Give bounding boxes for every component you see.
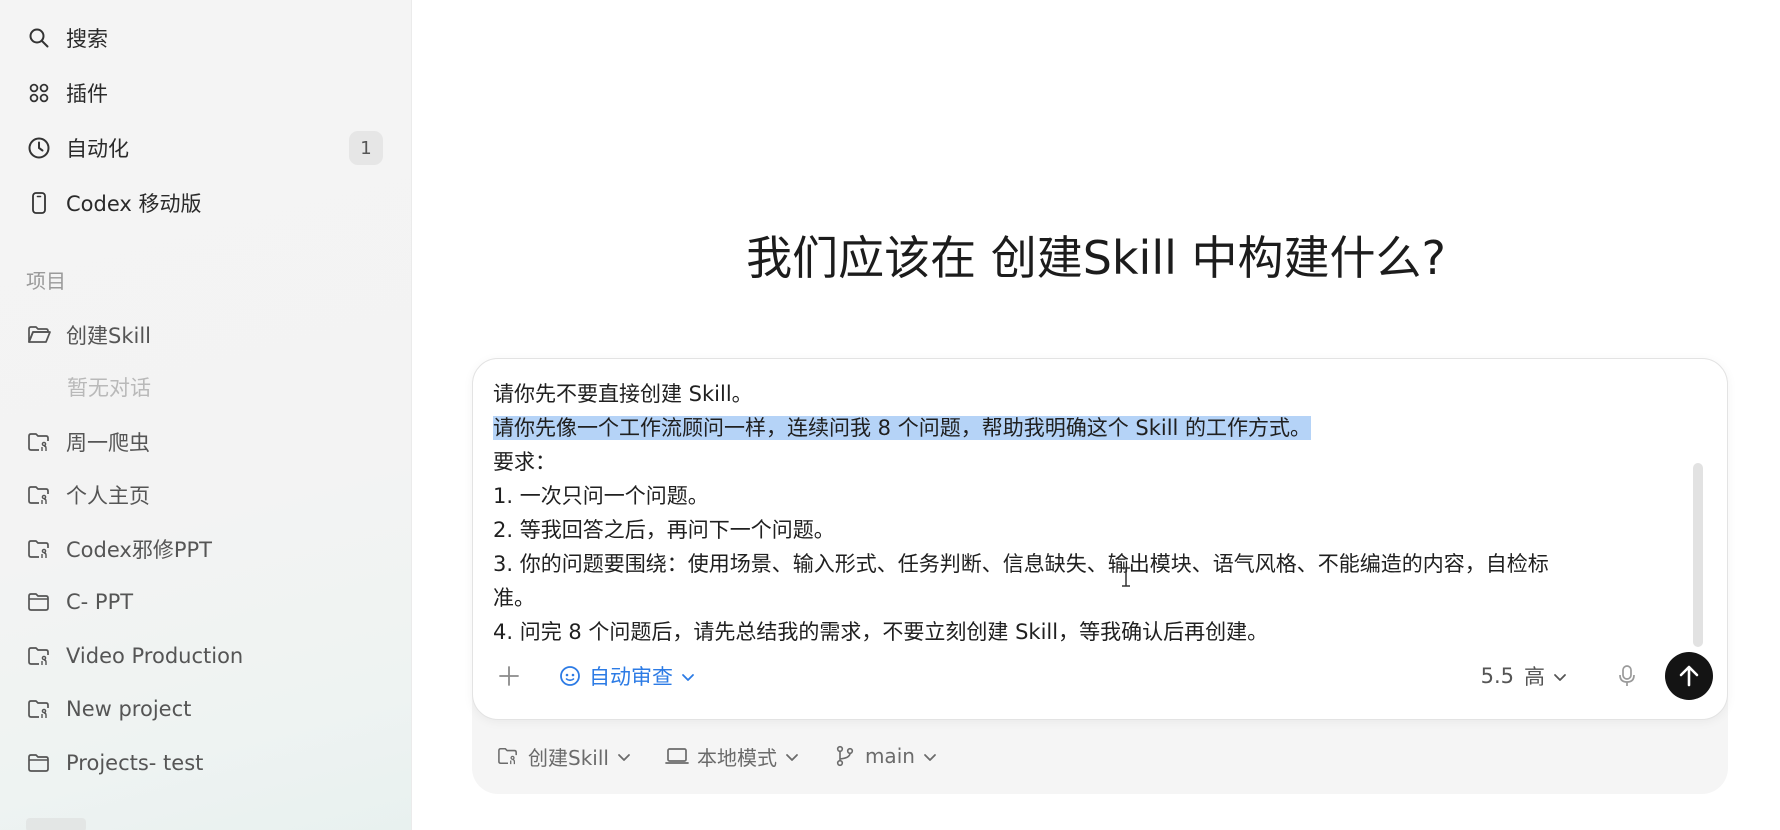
nav-automation[interactable]: 自动化 1 xyxy=(26,128,383,168)
folder-branch-icon xyxy=(26,482,52,508)
mode-selector[interactable]: 本地模式 xyxy=(665,742,799,771)
nav-codex-mobile[interactable]: Codex 移动版 xyxy=(26,183,383,223)
search-icon xyxy=(26,25,52,51)
folder-branch-icon xyxy=(496,744,520,768)
nav-automation-label: 自动化 xyxy=(66,137,129,161)
text-cursor-icon xyxy=(1120,566,1132,594)
prompt-line: 请你先不要直接创建 Skill。 xyxy=(493,382,753,406)
composer-toolbar: 自动审查 5.5 高 xyxy=(493,651,1713,701)
nav-plugins-label: 插件 xyxy=(66,82,108,106)
project-item-c-ppt[interactable]: C- PPT xyxy=(26,582,383,622)
branch-selector-label: main xyxy=(864,744,915,768)
mobile-icon xyxy=(26,190,52,216)
project-item-homepage[interactable]: 个人主页 xyxy=(26,475,383,515)
no-conversations-note: 暂无对话 xyxy=(67,376,151,400)
branch-selector[interactable]: main xyxy=(833,744,937,768)
auto-review-label: 自动审查 xyxy=(589,665,673,689)
nav-search[interactable]: 搜索 xyxy=(26,18,383,58)
prompt-composer[interactable]: 请你先不要直接创建 Skill。 请你先像一个工作流顾问一样，连续问我 8 个问… xyxy=(472,358,1728,720)
project-label: 个人主页 xyxy=(66,484,150,508)
send-button[interactable] xyxy=(1665,652,1713,700)
nav-codex-mobile-label: Codex 移动版 xyxy=(66,192,202,216)
model-version: 5.5 xyxy=(1480,664,1514,688)
prompt-line: 要求： xyxy=(493,450,556,474)
chevron-down-icon xyxy=(785,744,799,768)
plus-icon xyxy=(499,666,519,686)
plugins-icon xyxy=(26,80,52,106)
auto-review-dropdown[interactable]: 自动审查 xyxy=(557,661,695,691)
model-selector[interactable]: 5.5 高 xyxy=(1481,661,1567,691)
chevron-down-icon xyxy=(681,664,695,688)
review-bot-icon xyxy=(557,663,583,689)
chevron-down-icon xyxy=(923,744,937,768)
project-label: Video Production xyxy=(66,644,244,668)
project-label: New project xyxy=(66,697,192,721)
project-item-create-skill[interactable]: 创建Skill xyxy=(26,315,383,355)
prompt-line: 2. 等我回答之后，再问下一个问题。 xyxy=(493,518,835,542)
composer-footer: 创建Skill 本地模式 main xyxy=(496,738,971,774)
voice-input-button[interactable] xyxy=(1613,662,1641,690)
chevron-down-icon xyxy=(1553,664,1567,688)
project-selector[interactable]: 创建Skill xyxy=(496,742,631,771)
nav-search-label: 搜索 xyxy=(66,27,108,51)
folder-icon xyxy=(26,750,52,776)
add-attachment-button[interactable] xyxy=(493,660,525,692)
sidebar-overflow-item xyxy=(26,818,86,830)
prompt-scrollbar[interactable] xyxy=(1693,463,1703,647)
mode-selector-label: 本地模式 xyxy=(696,745,777,770)
folder-branch-icon xyxy=(26,643,52,669)
folder-open-icon xyxy=(26,322,52,348)
prompt-line: 1. 一次只问一个问题。 xyxy=(493,484,709,508)
folder-icon xyxy=(26,589,52,615)
nav-plugins[interactable]: 插件 xyxy=(26,73,383,113)
projects-section-label: 项目 xyxy=(26,269,66,293)
project-label: 创建Skill xyxy=(66,324,151,348)
laptop-icon xyxy=(665,744,689,768)
project-label: Projects- test xyxy=(66,751,204,775)
page-title: 我们应该在 创建Skill 中构建什么? xyxy=(746,231,1446,285)
project-item-new-project[interactable]: New project xyxy=(26,689,383,729)
project-label: Codex邪修PPT xyxy=(66,538,212,562)
clock-icon xyxy=(26,135,52,161)
microphone-icon xyxy=(1619,665,1635,686)
sidebar: 搜索 插件 自动化 1 Codex 移动版 项目 创建Skill 暂无对话 周一… xyxy=(0,0,412,830)
chevron-down-icon xyxy=(617,744,631,768)
prompt-line-selected: 请你先像一个工作流顾问一样，连续问我 8 个问题，帮助我明确这个 Skill 的… xyxy=(493,416,1312,440)
project-item-monday-crawler[interactable]: 周一爬虫 xyxy=(26,422,383,462)
project-item-video-production[interactable]: Video Production xyxy=(26,636,383,676)
prompt-line: 4. 问完 8 个问题后，请先总结我的需求，不要立刻创建 Skill，等我确认后… xyxy=(493,620,1269,644)
main-area: 我们应该在 创建Skill 中构建什么? 请你先不要直接创建 Skill。 请你… xyxy=(412,0,1780,830)
prompt-line: 准。 xyxy=(493,586,535,610)
project-item-projects-test[interactable]: Projects- test xyxy=(26,743,383,783)
project-label: C- PPT xyxy=(66,590,134,614)
automation-count-badge: 1 xyxy=(349,131,383,165)
folder-branch-icon xyxy=(26,696,52,722)
project-selector-label: 创建Skill xyxy=(528,745,609,770)
git-branch-icon xyxy=(833,744,857,768)
folder-branch-icon xyxy=(26,429,52,455)
folder-branch-icon xyxy=(26,536,52,562)
prompt-line: 3. 你的问题要围绕：使用场景、输入形式、任务判断、信息缺失、输出模块、语气风格… xyxy=(493,552,1549,576)
arrow-up-icon xyxy=(1679,665,1699,687)
project-label: 周一爬虫 xyxy=(66,431,150,455)
prompt-input[interactable]: 请你先不要直接创建 Skill。 请你先像一个工作流顾问一样，连续问我 8 个问… xyxy=(493,377,1703,649)
project-item-codex-ppt[interactable]: Codex邪修PPT xyxy=(26,529,383,569)
model-effort: 高 xyxy=(1524,665,1545,689)
